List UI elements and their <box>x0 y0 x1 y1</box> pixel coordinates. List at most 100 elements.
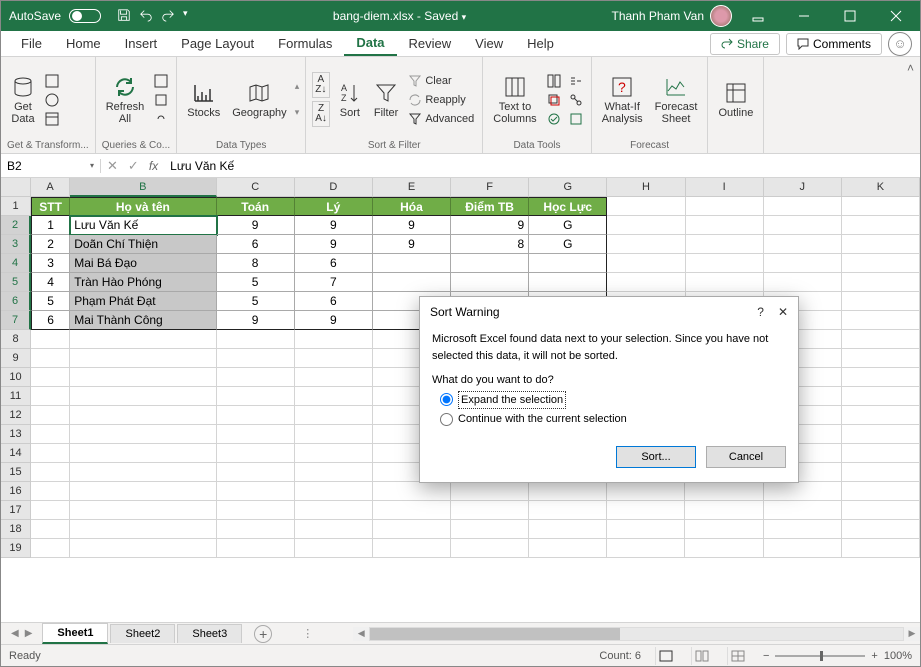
cell-F1[interactable]: Điểm TB <box>451 197 529 216</box>
help-icon[interactable]: ☺ <box>888 32 912 56</box>
col-header-C[interactable]: C <box>217 178 295 197</box>
cell-K3[interactable] <box>842 235 920 254</box>
cell-E19[interactable] <box>373 539 451 558</box>
cell-J1[interactable] <box>764 197 842 216</box>
autosave-toggle[interactable] <box>69 9 101 23</box>
cell-A17[interactable] <box>31 501 70 520</box>
zoom-level[interactable]: 100% <box>884 650 912 662</box>
row-header-19[interactable]: 19 <box>1 539 31 558</box>
row-header-5[interactable]: 5 <box>1 273 31 292</box>
row-header-2[interactable]: 2 <box>1 216 31 235</box>
row-header-10[interactable]: 10 <box>1 368 31 387</box>
datatypes-down-icon[interactable]: ▾ <box>295 107 300 118</box>
radio-continue-input[interactable] <box>440 413 453 426</box>
cell-G2[interactable]: G <box>529 216 607 235</box>
sheet-prev-icon[interactable]: ◀ <box>11 628 19 639</box>
cell-J18[interactable] <box>764 520 842 539</box>
cell-H17[interactable] <box>607 501 685 520</box>
scroll-left-icon[interactable]: ◀ <box>353 628 369 639</box>
tab-view[interactable]: View <box>463 32 515 55</box>
cell-K2[interactable] <box>842 216 920 235</box>
fx-icon[interactable]: fx <box>149 159 158 173</box>
cell-I16[interactable] <box>685 482 763 501</box>
cell-J19[interactable] <box>764 539 842 558</box>
dialog-close-icon[interactable]: ✕ <box>778 305 788 319</box>
cell-K12[interactable] <box>842 406 920 425</box>
cell-B16[interactable] <box>70 482 216 501</box>
from-web-button[interactable] <box>43 92 61 108</box>
cell-D4[interactable]: 6 <box>295 254 373 273</box>
radio-expand-selection[interactable]: Expand the selection <box>440 391 786 410</box>
tab-data[interactable]: Data <box>344 31 396 56</box>
col-header-E[interactable]: E <box>373 178 451 197</box>
cell-A13[interactable] <box>31 425 70 444</box>
cell-C4[interactable]: 8 <box>217 254 295 273</box>
col-header-F[interactable]: F <box>451 178 529 197</box>
row-header-7[interactable]: 7 <box>1 311 31 330</box>
col-header-D[interactable]: D <box>295 178 373 197</box>
cell-B15[interactable] <box>70 463 216 482</box>
view-pagebreak-icon[interactable] <box>727 647 749 665</box>
sheet-tab-3[interactable]: Sheet3 <box>177 624 242 643</box>
geography-button[interactable]: Geography <box>228 79 290 121</box>
cell-K5[interactable] <box>842 273 920 292</box>
cell-D10[interactable] <box>295 368 373 387</box>
zoom-out-icon[interactable]: − <box>763 650 769 662</box>
cell-A7[interactable]: 6 <box>31 311 70 330</box>
cell-C1[interactable]: Toán <box>217 197 295 216</box>
cell-G19[interactable] <box>529 539 607 558</box>
cell-D6[interactable]: 6 <box>295 292 373 311</box>
cell-J17[interactable] <box>764 501 842 520</box>
cell-E1[interactable]: Hóa <box>373 197 451 216</box>
save-icon[interactable] <box>117 8 131 25</box>
cell-I19[interactable] <box>685 539 763 558</box>
tab-insert[interactable]: Insert <box>113 32 170 55</box>
cell-G4[interactable] <box>529 254 607 273</box>
from-text-button[interactable] <box>43 73 61 89</box>
data-validation-button[interactable] <box>545 111 563 127</box>
outline-button[interactable]: Outline <box>714 79 757 121</box>
view-normal-icon[interactable] <box>655 647 677 665</box>
cell-F17[interactable] <box>451 501 529 520</box>
row-header-3[interactable]: 3 <box>1 235 31 254</box>
cell-K19[interactable] <box>842 539 920 558</box>
row-header-1[interactable]: 1 <box>1 197 31 216</box>
cell-D11[interactable] <box>295 387 373 406</box>
cell-K7[interactable] <box>842 311 920 330</box>
refresh-all-button[interactable]: Refresh All <box>102 73 149 127</box>
cell-J5[interactable] <box>764 273 842 292</box>
cell-K11[interactable] <box>842 387 920 406</box>
cell-I3[interactable] <box>686 235 764 254</box>
col-header-G[interactable]: G <box>529 178 607 197</box>
cell-C14[interactable] <box>217 444 295 463</box>
cell-A15[interactable] <box>31 463 70 482</box>
cell-D19[interactable] <box>295 539 373 558</box>
cell-F18[interactable] <box>451 520 529 539</box>
get-data-button[interactable]: Get Data <box>7 73 39 127</box>
cell-K16[interactable] <box>842 482 920 501</box>
cancel-button-dialog[interactable]: Cancel <box>706 446 786 468</box>
cell-C11[interactable] <box>217 387 295 406</box>
cell-G17[interactable] <box>529 501 607 520</box>
cell-A11[interactable] <box>31 387 70 406</box>
cell-E2[interactable]: 9 <box>373 216 451 235</box>
tab-file[interactable]: File <box>9 32 54 55</box>
cell-D15[interactable] <box>295 463 373 482</box>
cell-K13[interactable] <box>842 425 920 444</box>
cell-C6[interactable]: 5 <box>217 292 295 311</box>
cell-I17[interactable] <box>685 501 763 520</box>
advanced-button[interactable]: Advanced <box>406 111 476 127</box>
row-header-11[interactable]: 11 <box>1 387 31 406</box>
reapply-button[interactable]: Reapply <box>406 92 476 108</box>
remove-duplicates-button[interactable] <box>545 92 563 108</box>
select-all-button[interactable] <box>1 178 31 197</box>
cell-D12[interactable] <box>295 406 373 425</box>
cell-D13[interactable] <box>295 425 373 444</box>
cell-B5[interactable]: Tràn Hào Phóng <box>70 273 216 292</box>
cell-A5[interactable]: 4 <box>31 273 70 292</box>
cell-F2[interactable]: 9 <box>451 216 529 235</box>
cell-A8[interactable] <box>31 330 70 349</box>
cell-B17[interactable] <box>70 501 216 520</box>
row-header-18[interactable]: 18 <box>1 520 31 539</box>
cell-A10[interactable] <box>31 368 70 387</box>
